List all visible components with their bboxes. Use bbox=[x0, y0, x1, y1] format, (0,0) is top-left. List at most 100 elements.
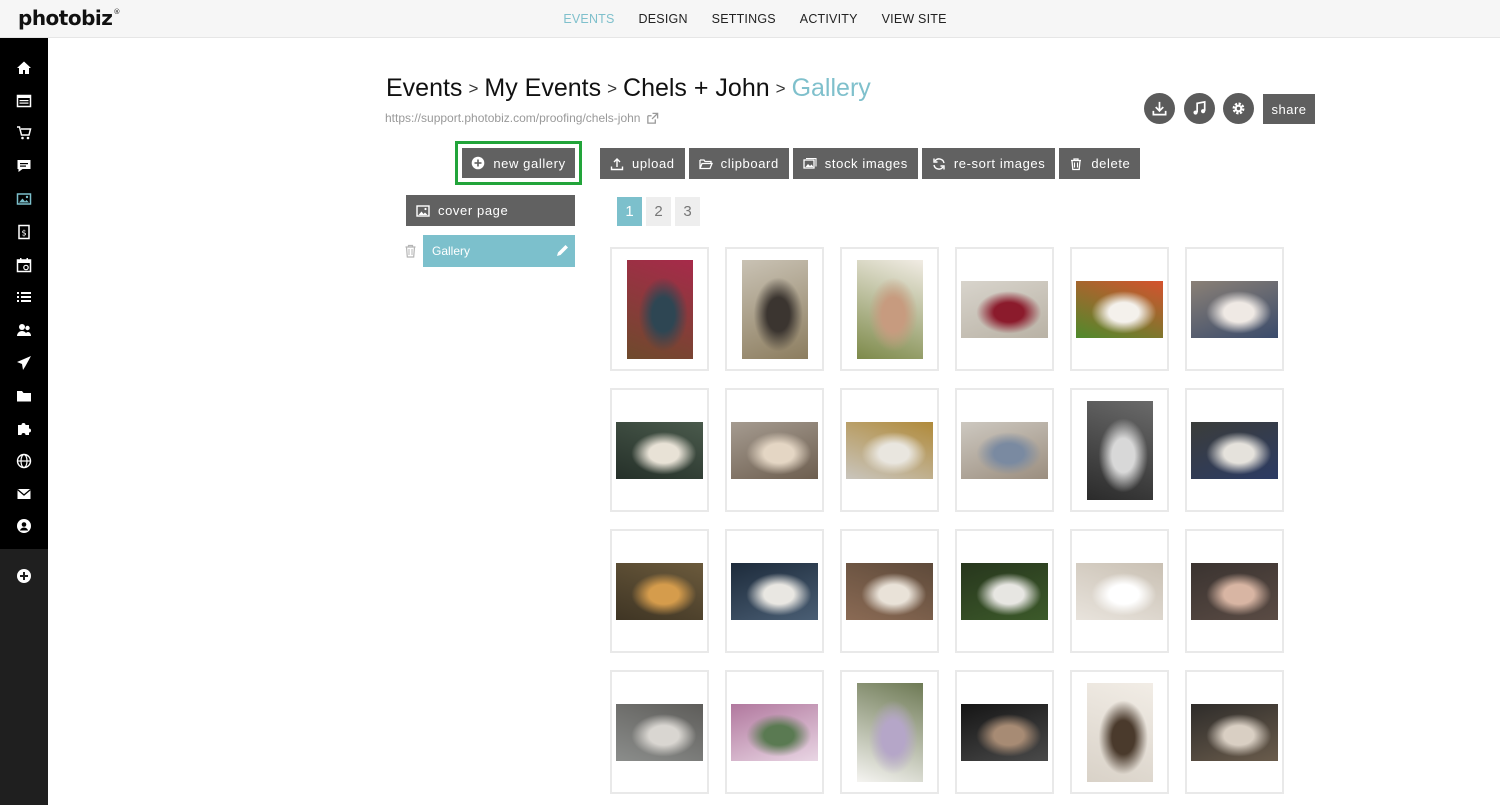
thumbnail-cell[interactable] bbox=[725, 388, 824, 512]
photo-thumbnail bbox=[1191, 280, 1278, 338]
thumbnail-cell[interactable] bbox=[1070, 247, 1169, 371]
photo-thumbnail bbox=[1076, 562, 1163, 620]
settings-button[interactable] bbox=[1223, 93, 1254, 124]
mail-icon[interactable] bbox=[0, 478, 48, 510]
list-icon[interactable] bbox=[0, 281, 48, 313]
photo-thumbnail bbox=[731, 562, 818, 620]
thumbnail-cell[interactable] bbox=[955, 529, 1054, 653]
clients-icon[interactable] bbox=[0, 314, 48, 346]
music-button[interactable] bbox=[1184, 93, 1215, 124]
thumbnail-cell[interactable] bbox=[610, 670, 709, 794]
breadcrumb: Events > My Events > Chels + John > Gallery bbox=[386, 74, 871, 103]
thumbnail-cell[interactable] bbox=[840, 388, 939, 512]
thumbnail-cell[interactable] bbox=[610, 529, 709, 653]
photo-thumbnail bbox=[616, 703, 703, 761]
puzzle-icon[interactable] bbox=[0, 412, 48, 444]
photo-thumbnail bbox=[1191, 703, 1278, 761]
gallery-url: https://support.photobiz.com/proofing/ch… bbox=[385, 111, 659, 125]
gallery-url-text[interactable]: https://support.photobiz.com/proofing/ch… bbox=[385, 111, 640, 125]
upload-icon bbox=[610, 157, 624, 170]
cover-page-label: cover page bbox=[438, 203, 509, 218]
thumbnail-cell[interactable] bbox=[840, 670, 939, 794]
photo-thumbnail bbox=[1076, 280, 1163, 338]
home-icon[interactable] bbox=[0, 52, 48, 84]
thumbnail-cell[interactable] bbox=[1185, 529, 1284, 653]
breadcrumb-separator: > bbox=[607, 79, 618, 98]
download-button[interactable] bbox=[1144, 93, 1175, 124]
upload-button[interactable]: upload bbox=[600, 148, 685, 179]
stock-images-button[interactable]: stock images bbox=[792, 148, 918, 179]
thumbnail-cell[interactable] bbox=[955, 670, 1054, 794]
thumbnail-cell[interactable] bbox=[610, 247, 709, 371]
send-icon[interactable] bbox=[0, 347, 48, 379]
folder-icon[interactable] bbox=[0, 380, 48, 412]
re-sort-images-button[interactable]: re-sort images bbox=[921, 148, 1056, 179]
top-bar: photobiz® EVENTS DESIGN SETTINGS ACTIVIT… bbox=[0, 0, 1500, 38]
photo-thumbnail bbox=[961, 703, 1048, 761]
thumbnail-cell[interactable] bbox=[840, 247, 939, 371]
image-toolbar: upload clipboard stock images re-sort im… bbox=[600, 148, 1141, 179]
browser-icon[interactable] bbox=[0, 85, 48, 117]
photo-thumbnail bbox=[626, 259, 693, 359]
photo-thumbnail bbox=[846, 421, 933, 479]
page-1-button[interactable]: 1 bbox=[617, 197, 642, 226]
thumbnail-cell[interactable] bbox=[955, 388, 1054, 512]
photo-thumbnail bbox=[616, 562, 703, 620]
gallery-list-item[interactable]: Gallery bbox=[423, 235, 575, 267]
photo-thumbnail bbox=[731, 421, 818, 479]
thumbnail-cell[interactable] bbox=[1185, 670, 1284, 794]
photo-thumbnail bbox=[741, 259, 808, 359]
stock-images-label: stock images bbox=[824, 156, 908, 171]
globe-icon[interactable] bbox=[0, 445, 48, 477]
delete-button[interactable]: delete bbox=[1059, 148, 1141, 179]
delete-gallery-icon[interactable] bbox=[404, 244, 417, 258]
page-2-button[interactable]: 2 bbox=[646, 197, 671, 226]
cover-page-button[interactable]: cover page bbox=[406, 195, 575, 226]
clipboard-button[interactable]: clipboard bbox=[688, 148, 789, 179]
pagination: 1 2 3 bbox=[617, 197, 700, 226]
new-gallery-label: new gallery bbox=[493, 155, 566, 171]
breadcrumb-separator: > bbox=[468, 79, 479, 98]
thumbnail-cell[interactable] bbox=[840, 529, 939, 653]
thumbnail-cell[interactable] bbox=[955, 247, 1054, 371]
comment-icon[interactable] bbox=[0, 150, 48, 182]
photo-thumbnail bbox=[961, 562, 1048, 620]
thumbnail-cell[interactable] bbox=[1070, 388, 1169, 512]
breadcrumb-chels-john[interactable]: Chels + John bbox=[623, 74, 770, 102]
breadcrumb-events[interactable]: Events bbox=[386, 74, 462, 102]
page-3-button[interactable]: 3 bbox=[675, 197, 700, 226]
upload-label: upload bbox=[632, 156, 675, 171]
nav-events[interactable]: EVENTS bbox=[563, 0, 614, 38]
nav-design[interactable]: DESIGN bbox=[639, 0, 688, 38]
thumbnail-cell[interactable] bbox=[1070, 529, 1169, 653]
thumbnail-cell[interactable] bbox=[725, 529, 824, 653]
photo-thumbnail bbox=[856, 259, 923, 359]
breadcrumb-my-events[interactable]: My Events bbox=[484, 74, 601, 102]
thumbnail-cell[interactable] bbox=[725, 247, 824, 371]
pencil-icon[interactable] bbox=[556, 244, 569, 257]
nav-activity[interactable]: ACTIVITY bbox=[800, 0, 858, 38]
nav-settings[interactable]: SETTINGS bbox=[712, 0, 776, 38]
invoice-icon[interactable]: $ bbox=[0, 216, 48, 248]
calendar-icon[interactable] bbox=[0, 249, 48, 281]
share-button[interactable]: share bbox=[1263, 94, 1315, 124]
thumbnail-cell[interactable] bbox=[725, 670, 824, 794]
photo-thumbnail bbox=[961, 280, 1048, 338]
cart-icon[interactable] bbox=[0, 117, 48, 149]
image-grid bbox=[610, 247, 1284, 794]
images-icon[interactable] bbox=[0, 183, 48, 215]
thumbnail-cell[interactable] bbox=[610, 388, 709, 512]
thumbnail-cell[interactable] bbox=[1070, 670, 1169, 794]
thumbnail-cell[interactable] bbox=[1185, 388, 1284, 512]
nav-view-site[interactable]: VIEW SITE bbox=[882, 0, 947, 38]
refresh-icon bbox=[933, 157, 945, 170]
thumbnail-cell[interactable] bbox=[1185, 247, 1284, 371]
gallery-list-label: Gallery bbox=[432, 244, 471, 258]
delete-label: delete bbox=[1091, 156, 1131, 171]
photo-thumbnail bbox=[1191, 421, 1278, 479]
user-icon[interactable] bbox=[0, 510, 48, 542]
plus-circle-icon[interactable] bbox=[0, 560, 48, 592]
external-link-icon[interactable] bbox=[646, 112, 659, 125]
new-gallery-button[interactable]: new gallery bbox=[462, 148, 575, 178]
breadcrumb-current: Gallery bbox=[791, 74, 871, 102]
